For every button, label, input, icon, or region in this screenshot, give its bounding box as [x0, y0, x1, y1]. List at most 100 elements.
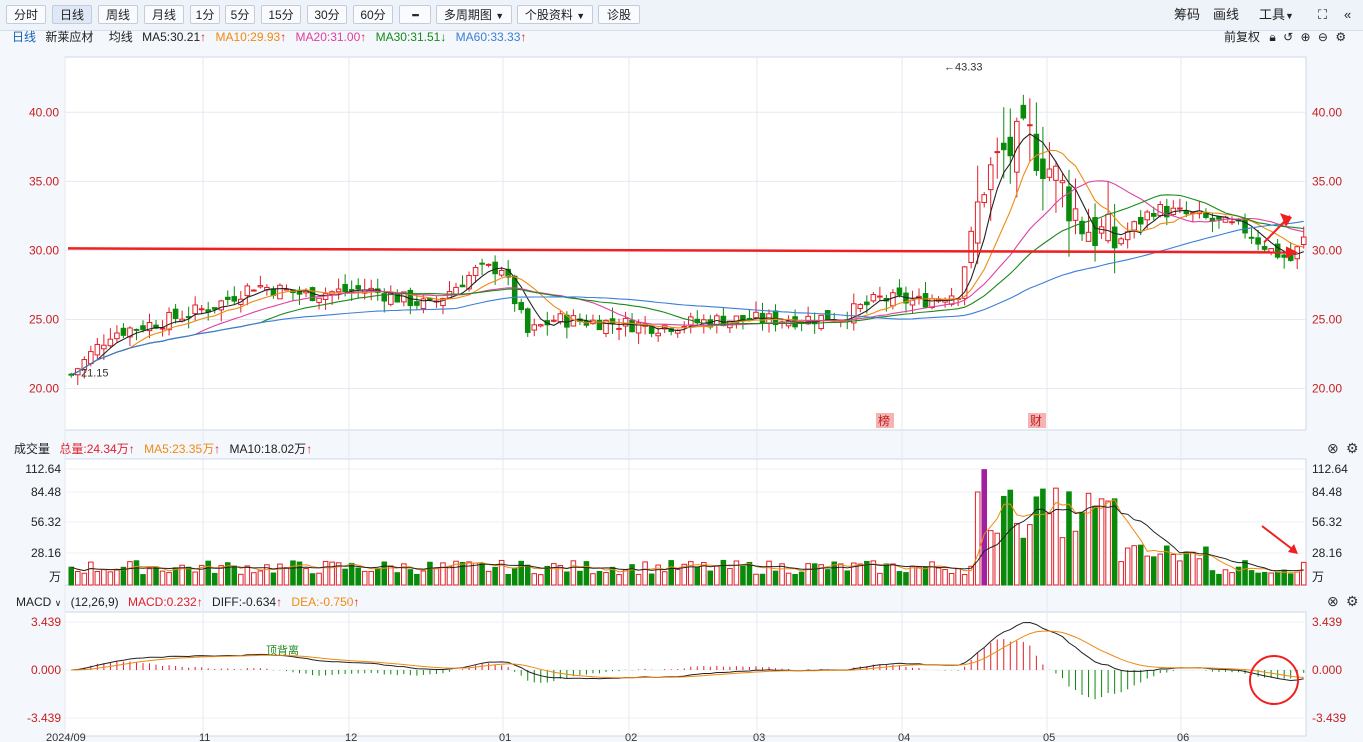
candle-body [114, 332, 120, 340]
candle-body [655, 332, 661, 337]
volume-bar [1222, 569, 1229, 586]
volume-bar [1098, 498, 1105, 586]
volume-bar [518, 560, 524, 586]
macd-tick-right: -3.439 [1312, 711, 1346, 725]
diagnose-button[interactable]: 诊股 [598, 5, 640, 24]
candle-body [1177, 207, 1183, 210]
volume-bar [1131, 545, 1137, 586]
volume-bar [264, 564, 270, 586]
volume-bar [283, 567, 290, 586]
volume-bar [544, 565, 551, 586]
stock-chart[interactable]: 40.00 40.00 35.00 35.00 30.00 30.00 25.00 25.00… [0, 0, 1363, 742]
diff-value: DIFF:-0.634↑ [212, 595, 283, 609]
macd-params: (12,26,9) [70, 595, 119, 609]
macd-line [71, 630, 1304, 679]
zoom-out-icon[interactable]: ⊖ [1318, 30, 1328, 44]
tools-dropdown[interactable]: 工具▼ [1259, 5, 1294, 25]
tab-15min[interactable]: 15分 [261, 5, 301, 24]
candle-body [994, 151, 1001, 154]
candle-body [987, 164, 994, 191]
volume-bar [140, 574, 146, 586]
adjust-mode[interactable]: 前复权 [1224, 30, 1260, 44]
tab-1min[interactable]: 1分 [190, 5, 220, 24]
candle-body [974, 201, 981, 244]
candle-body [238, 298, 244, 305]
volume-bar [1118, 561, 1124, 586]
stock-profile-label: 个股资料 [524, 8, 573, 22]
stock-profile-dropdown[interactable]: 个股资料 ▼ [517, 5, 593, 24]
ma-label[interactable]: 均线 [109, 30, 133, 44]
volume-bar [831, 561, 838, 586]
candle-body [1248, 236, 1255, 239]
volume-bar [1300, 561, 1307, 586]
tab-5min[interactable]: 5分 [225, 5, 255, 24]
volume-bar [192, 571, 198, 586]
candle-body [648, 325, 655, 334]
candle-body [303, 290, 309, 294]
macd-close-icon[interactable]: ⊗ [1327, 593, 1339, 610]
candle-body [407, 289, 414, 307]
draw-button[interactable]: 画线 [1213, 5, 1239, 25]
volume-bar [616, 574, 622, 586]
candle-body [870, 294, 877, 302]
volume-bar [277, 563, 283, 586]
candle-body [916, 295, 922, 299]
undo-icon[interactable]: ↺ [1283, 30, 1293, 44]
candle-body [779, 321, 785, 324]
candle-body [329, 291, 335, 295]
volume-bar [133, 560, 140, 586]
lock-icon[interactable]: 🔒︎ [1269, 30, 1275, 44]
volume-bar [257, 570, 264, 586]
candle-body [1098, 226, 1105, 234]
candle-body [1170, 207, 1177, 216]
candle-body [577, 318, 583, 322]
arrow-up-icon: ↑ [520, 30, 527, 44]
candle-body [583, 320, 590, 326]
tab-daily[interactable]: 日线 [52, 5, 92, 24]
volume-bar [785, 572, 792, 586]
tab-weekly[interactable]: 周线 [98, 5, 138, 24]
event-marker-bg [1028, 413, 1046, 428]
candle-body [674, 329, 681, 334]
volume-bar [94, 570, 101, 586]
more-periods-button[interactable]: ▪▪▪ [399, 5, 431, 24]
period-label: 日线 [12, 30, 37, 44]
volume-close-icon[interactable]: ⊗ [1327, 440, 1339, 457]
collapse-icon[interactable]: « [1344, 5, 1351, 25]
ma10-text: MA10:29.93 [215, 30, 281, 44]
macd-tick-left: 3.439 [31, 615, 61, 629]
volume-bar [231, 565, 238, 586]
divergence-label: 顶背离 [266, 643, 299, 657]
candle-body [707, 319, 714, 328]
tab-monthly[interactable]: 月线 [144, 5, 184, 24]
candle-body [1157, 204, 1164, 217]
volume-bar [407, 569, 414, 586]
chip-button[interactable]: 筹码 [1174, 5, 1200, 25]
volume-tick-left: 112.64 [25, 462, 61, 476]
candle-body [714, 315, 720, 326]
volume-panel-frame [64, 458, 1307, 586]
tab-intraday[interactable]: 分时 [6, 5, 46, 24]
volume-bar [929, 561, 935, 586]
volume-bar [414, 573, 420, 586]
candle-body [596, 319, 603, 331]
candle-body [740, 315, 746, 321]
macd-settings-icon[interactable]: ⚙ [1346, 593, 1359, 610]
volume-bar [524, 564, 531, 586]
time-tick: 11 [199, 732, 210, 742]
tab-30min[interactable]: 30分 [307, 5, 347, 24]
settings-icon[interactable]: ⚙ [1335, 30, 1346, 44]
candle-body [864, 301, 870, 306]
macd-line [71, 621, 1304, 682]
volume-settings-icon[interactable]: ⚙ [1346, 440, 1359, 457]
volume-bar [583, 561, 590, 586]
candle-body [681, 326, 688, 329]
fullscreen-icon[interactable]: ⛶ [1318, 5, 1327, 25]
multi-period-dropdown[interactable]: 多周期图 ▼ [436, 5, 512, 24]
price-tick-right: 35.00 [1312, 174, 1342, 188]
volume-bar [1020, 537, 1027, 586]
tab-60min[interactable]: 60分 [353, 5, 393, 24]
macd-legend: MACD ∨ (12,26,9) MACD:0.232↑ DIFF:-0.634… [16, 594, 365, 610]
macd-title[interactable]: MACD ∨ [16, 595, 61, 609]
zoom-in-icon[interactable]: ⊕ [1301, 30, 1311, 44]
